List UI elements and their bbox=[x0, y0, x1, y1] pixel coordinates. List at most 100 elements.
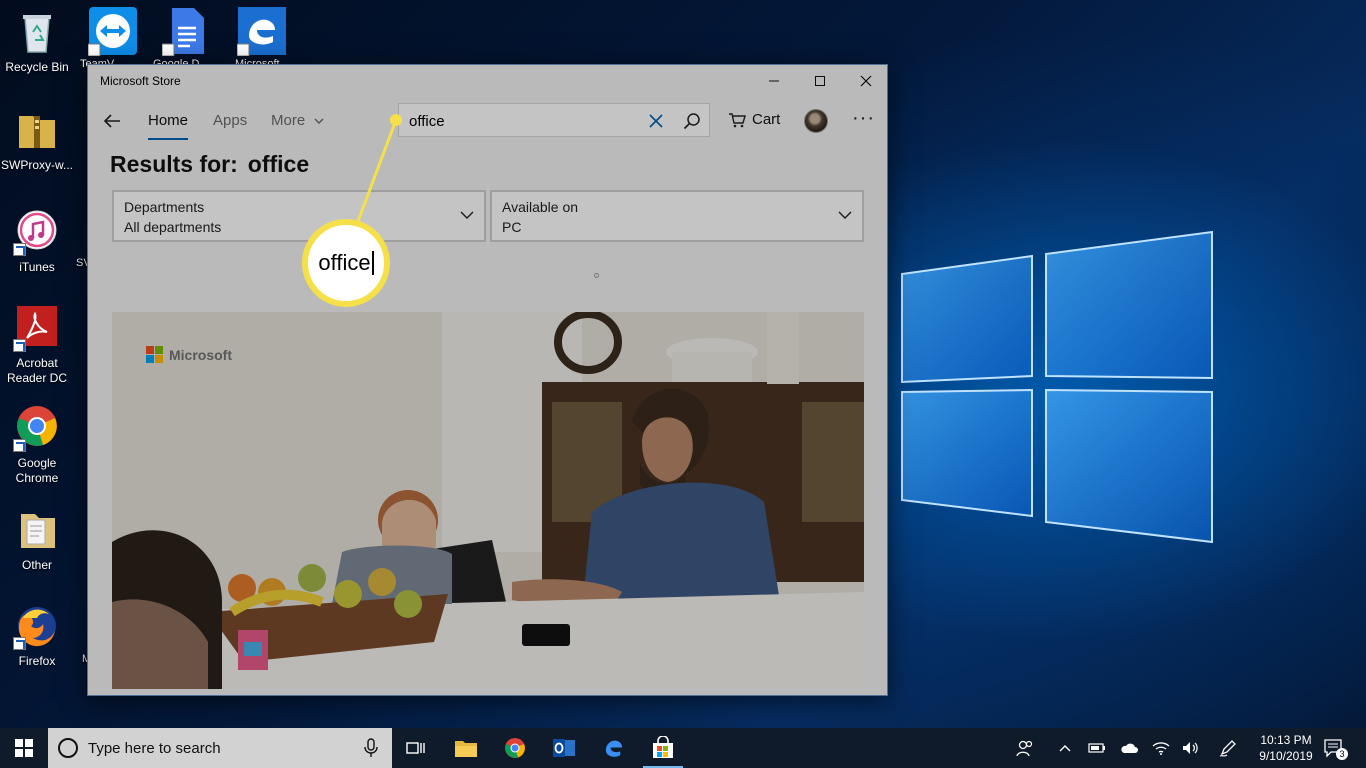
taskbar-edge[interactable] bbox=[590, 728, 638, 768]
maximize-icon bbox=[815, 76, 825, 86]
desktop-icon-swproxy[interactable]: SWProxy-w... bbox=[0, 106, 74, 173]
desktop-icon-label: Google Chrome bbox=[15, 456, 59, 485]
filter-value: All departments bbox=[124, 219, 222, 235]
wifi-tray[interactable] bbox=[1150, 728, 1172, 768]
desktop-icon-other[interactable]: Other bbox=[0, 506, 74, 573]
store-nav-bar: Home Apps More Cart ··· bbox=[88, 101, 887, 141]
task-view-button[interactable] bbox=[392, 728, 440, 768]
loading-indicator bbox=[594, 273, 599, 278]
chevron-down-icon bbox=[314, 118, 324, 124]
callout-magnified-text: office bbox=[318, 251, 374, 275]
available-on-filter-dropdown[interactable]: Available on PC bbox=[490, 190, 864, 242]
taskbar-file-explorer[interactable] bbox=[442, 728, 490, 768]
desktop-icon-acrobat[interactable]: Acrobat Reader DC bbox=[0, 304, 74, 386]
desktop-icon-label: Recycle Bin bbox=[5, 60, 69, 74]
people-icon bbox=[1016, 740, 1033, 757]
hero-brand-text: Microsoft bbox=[169, 346, 232, 363]
itunes-icon bbox=[13, 208, 61, 256]
minimize-button[interactable] bbox=[751, 65, 797, 97]
microphone-icon[interactable] bbox=[364, 738, 378, 758]
battery-plug-icon bbox=[1088, 743, 1105, 753]
desktop-icon-label: Firefox bbox=[18, 654, 56, 668]
clock-date: 9/10/2019 bbox=[1259, 749, 1313, 763]
avatar[interactable] bbox=[804, 109, 828, 133]
taskbar-chrome[interactable] bbox=[491, 728, 539, 768]
task-view-icon bbox=[406, 742, 425, 754]
start-button[interactable] bbox=[0, 728, 48, 768]
hero-photo-family-table bbox=[112, 312, 864, 689]
recycle-bin-icon bbox=[13, 8, 61, 56]
taskbar-microsoft-store[interactable] bbox=[639, 728, 687, 768]
callout-magnifier: office bbox=[302, 219, 390, 307]
results-heading: Results for: office bbox=[110, 151, 309, 178]
onedrive-tray[interactable] bbox=[1118, 728, 1140, 768]
cart-button[interactable]: Cart bbox=[728, 111, 780, 128]
edge-icon bbox=[605, 740, 623, 757]
microsoft-logo-icon bbox=[146, 346, 163, 363]
action-center-button[interactable]: 3 bbox=[1322, 736, 1348, 760]
chevron-down-icon bbox=[460, 211, 474, 219]
taskbar-clock[interactable]: 10:13 PM 9/10/2019 bbox=[1248, 732, 1324, 764]
outlook-icon bbox=[553, 739, 575, 757]
tab-more[interactable]: More bbox=[271, 112, 324, 129]
filter-value: PC bbox=[502, 219, 522, 235]
close-icon bbox=[860, 75, 872, 87]
pen-workspace-button[interactable] bbox=[1216, 728, 1240, 768]
hero-banner-image[interactable]: Microsoft bbox=[112, 312, 864, 689]
desktop-icon-itunes[interactable]: iTunes bbox=[0, 208, 74, 275]
file-explorer-icon bbox=[455, 741, 477, 757]
title-bar[interactable]: Microsoft Store bbox=[88, 65, 887, 97]
results-prefix: Results for: bbox=[110, 151, 238, 177]
chrome-icon bbox=[505, 738, 525, 758]
edge-icon[interactable] bbox=[237, 6, 287, 56]
shortcut-arrow-icon bbox=[13, 243, 26, 256]
search-input[interactable] bbox=[409, 111, 639, 131]
teamviewer-icon[interactable] bbox=[88, 6, 138, 56]
shortcut-arrow-icon bbox=[13, 637, 26, 650]
filter-label: Departments bbox=[124, 199, 205, 215]
speaker-icon bbox=[1183, 742, 1198, 754]
taskbar-search-box[interactable]: Type here to search bbox=[48, 728, 392, 768]
chrome-icon bbox=[13, 404, 61, 452]
results-query: office bbox=[247, 151, 310, 177]
microsoft-logo: Microsoft bbox=[146, 346, 232, 363]
taskbar: Type here to search 10:13 PM 9/10/2019 3 bbox=[0, 728, 1366, 768]
show-hidden-icons-button[interactable] bbox=[1054, 728, 1076, 768]
see-more-menu-button[interactable]: ··· bbox=[852, 107, 875, 130]
desktop-icon-chrome[interactable]: Google Chrome bbox=[0, 404, 74, 486]
cart-label: Cart bbox=[752, 111, 781, 128]
tab-home[interactable]: Home bbox=[148, 112, 189, 140]
volume-tray[interactable] bbox=[1180, 728, 1202, 768]
minimize-icon bbox=[769, 80, 779, 82]
tab-more-label: More bbox=[271, 112, 306, 129]
search-icon[interactable] bbox=[683, 112, 701, 130]
desktop-icon-label: SWProxy-w... bbox=[0, 158, 73, 172]
desktop-icon-firefox[interactable]: Firefox bbox=[0, 602, 74, 669]
windows-logo-wallpaper bbox=[901, 230, 1213, 544]
notification-count-badge: 3 bbox=[1336, 748, 1348, 760]
windows-start-icon bbox=[15, 739, 33, 757]
search-box[interactable] bbox=[398, 103, 710, 137]
shortcut-arrow-icon bbox=[13, 339, 26, 352]
chevron-down-icon bbox=[838, 211, 852, 219]
clear-search-icon[interactable] bbox=[648, 113, 664, 129]
departments-filter-dropdown[interactable]: Departments All departments bbox=[112, 190, 486, 242]
maximize-button[interactable] bbox=[797, 65, 843, 97]
store-bag-icon bbox=[653, 736, 673, 758]
back-arrow-icon[interactable] bbox=[100, 109, 124, 133]
tab-apps[interactable]: Apps bbox=[213, 112, 247, 129]
people-button[interactable] bbox=[1012, 728, 1038, 768]
firefox-icon bbox=[13, 602, 61, 650]
taskbar-outlook[interactable] bbox=[540, 728, 588, 768]
desktop-icon-recycle-bin[interactable]: Recycle Bin bbox=[0, 8, 74, 75]
wifi-icon bbox=[1152, 742, 1170, 755]
document-folder-icon bbox=[13, 506, 61, 554]
desktop-icon-label: Acrobat Reader DC bbox=[6, 356, 68, 385]
acrobat-icon bbox=[13, 304, 61, 352]
close-button[interactable] bbox=[843, 65, 887, 97]
desktop-icon-label: iTunes bbox=[19, 260, 55, 274]
battery-tray[interactable] bbox=[1086, 728, 1108, 768]
desktop-icon-label: Other bbox=[21, 558, 52, 572]
clock-time: 10:13 PM bbox=[1260, 733, 1312, 747]
google-docs-icon[interactable] bbox=[162, 6, 212, 56]
